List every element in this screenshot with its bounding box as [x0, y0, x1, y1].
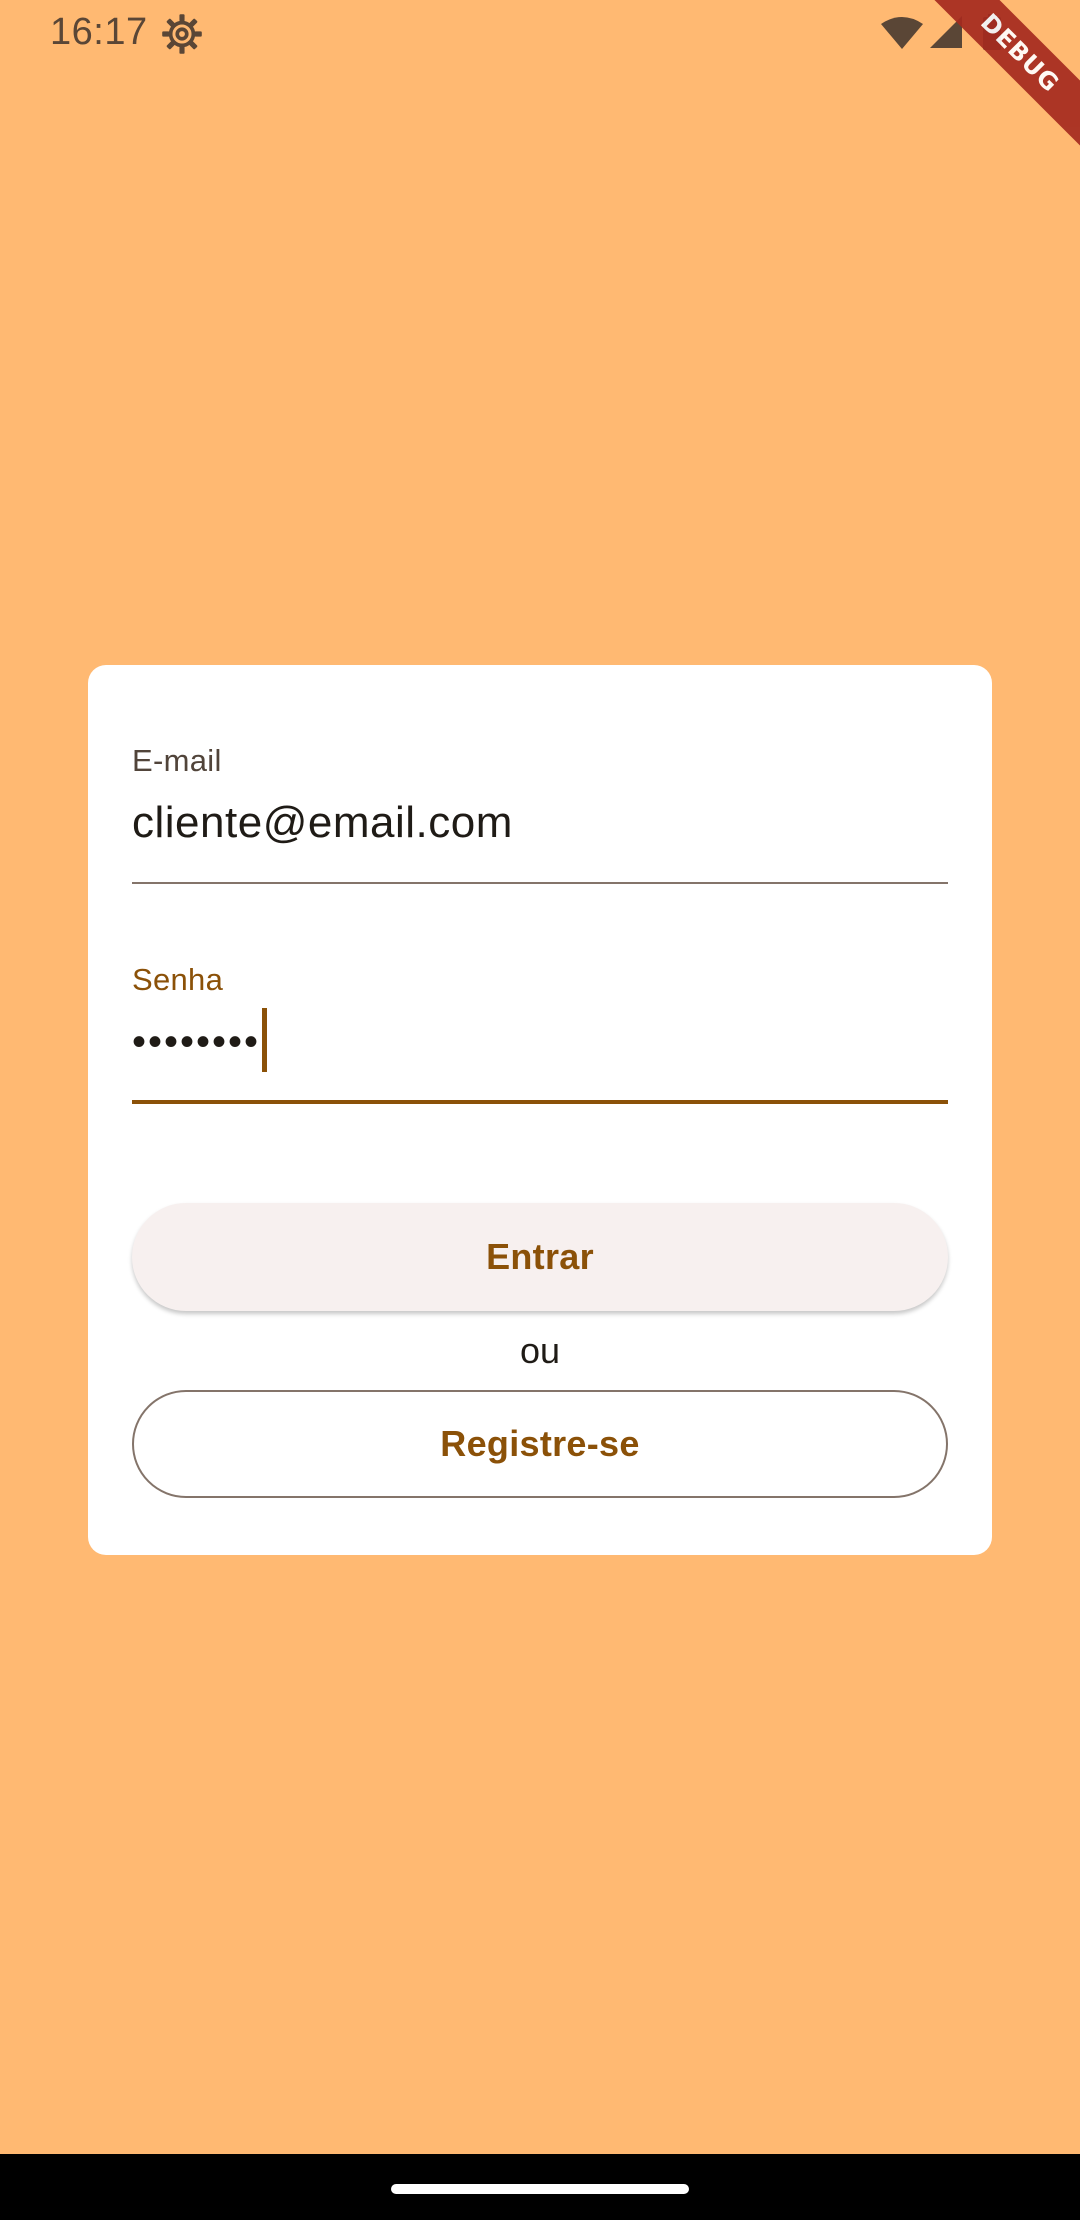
email-input[interactable]: cliente@email.com: [132, 793, 513, 853]
email-field[interactable]: E-mail cliente@email.com: [132, 743, 948, 905]
navigation-bar: [0, 2154, 1080, 2220]
home-gesture-handle[interactable]: [391, 2184, 689, 2194]
status-time: 16:17: [50, 11, 148, 53]
password-value: ••••••••: [132, 1020, 261, 1064]
text-caret: [262, 1008, 268, 1073]
register-button[interactable]: Registre-se: [132, 1390, 948, 1498]
password-label: Senha: [132, 962, 224, 997]
email-label: E-mail: [132, 743, 222, 778]
login-button[interactable]: Entrar: [132, 1203, 948, 1311]
debug-banner: DEBUG: [920, 0, 1080, 160]
status-bar: 16:17: [0, 0, 1080, 66]
settings-gear-icon: [162, 14, 202, 54]
email-underline: [132, 882, 948, 884]
wifi-icon: [881, 17, 923, 49]
login-screen: 16:17 DEBUG E-mail cliente@email.com Sen…: [0, 0, 1080, 2220]
login-card: E-mail cliente@email.com Senha •••••••• …: [88, 665, 992, 1555]
password-underline: [132, 1100, 948, 1104]
or-separator: ou: [519, 1330, 561, 1371]
password-input[interactable]: ••••••••: [132, 1008, 268, 1073]
debug-label: DEBUG: [920, 0, 1080, 160]
